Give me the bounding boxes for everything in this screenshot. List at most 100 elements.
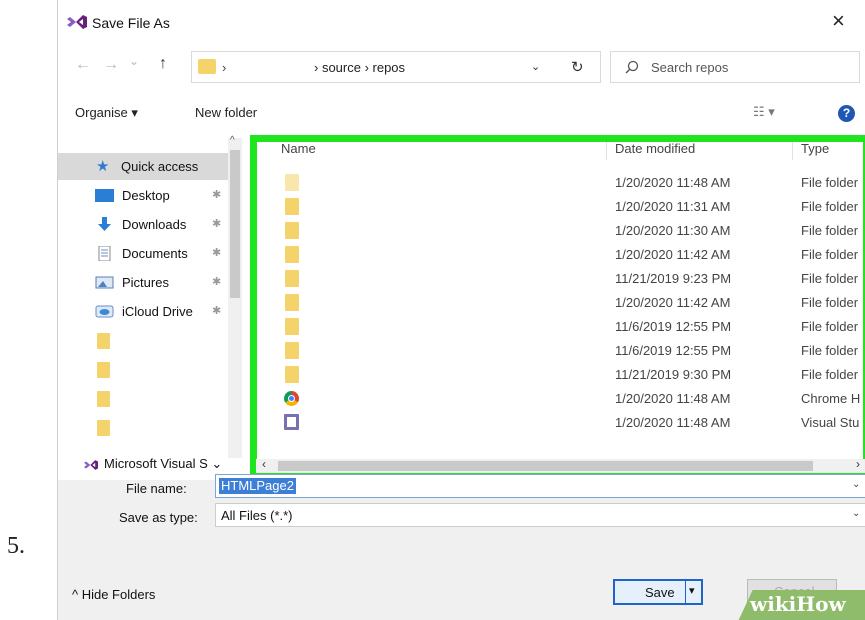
folder-icon[interactable] xyxy=(97,391,110,407)
file-date: 1/20/2020 11:42 AM xyxy=(615,295,731,310)
path-separator: › xyxy=(222,60,227,75)
file-name-field[interactable]: HTMLPage2 ⌄ xyxy=(215,474,865,498)
horizontal-scrollbar[interactable]: ‹ › xyxy=(256,457,865,473)
save-as-type-value: All Files (*.*) xyxy=(221,508,293,523)
navigation-pane: ★ Quick access Desktop ✱ Downloads ✱ Doc… xyxy=(58,138,246,478)
column-divider[interactable] xyxy=(606,138,607,160)
scrollbar-thumb[interactable] xyxy=(230,150,240,298)
file-type: File folder xyxy=(801,343,859,358)
scroll-right-icon[interactable]: › xyxy=(856,457,860,471)
forward-arrow-icon[interactable]: → xyxy=(103,56,119,74)
file-row[interactable]: 1/20/2020 11:30 AM File folder xyxy=(248,219,865,243)
file-row[interactable]: 11/6/2019 12:55 PM File folder xyxy=(248,315,865,339)
star-icon: ★ xyxy=(96,158,110,175)
sidebar-item-downloads[interactable]: Downloads ✱ xyxy=(58,211,228,238)
pin-icon[interactable]: ✱ xyxy=(212,188,221,201)
file-date: 1/20/2020 11:48 AM xyxy=(615,175,731,190)
folder-icon xyxy=(285,270,299,287)
chevron-down-icon[interactable]: ⌄ xyxy=(211,456,222,471)
folder-icon[interactable] xyxy=(97,362,110,378)
search-input[interactable]: Search repos xyxy=(610,51,860,83)
file-row[interactable]: 1/20/2020 11:42 AM File folder xyxy=(248,243,865,267)
sidebar-item-icloud-drive[interactable]: iCloud Drive ✱ xyxy=(58,298,228,325)
chevron-down-icon[interactable]: ⌄ xyxy=(852,479,860,490)
folder-icon[interactable] xyxy=(97,333,110,349)
download-icon xyxy=(98,217,111,231)
scroll-left-icon[interactable]: ‹ xyxy=(262,457,266,471)
visual-studio-icon xyxy=(284,414,299,430)
search-placeholder: Search repos xyxy=(651,60,729,75)
column-header-name[interactable]: Name xyxy=(281,141,316,156)
chevron-down-icon[interactable]: ⌄ xyxy=(531,60,540,73)
file-row[interactable]: 1/20/2020 11:48 AM File folder xyxy=(248,171,865,195)
search-icon xyxy=(625,60,639,74)
file-row[interactable]: 11/6/2019 12:55 PM File folder xyxy=(248,339,865,363)
sidebar-item-label: Pictures xyxy=(122,275,169,290)
file-type: File folder xyxy=(801,247,859,262)
file-date: 1/20/2020 11:30 AM xyxy=(615,223,731,238)
file-row[interactable]: 11/21/2019 9:30 PM File folder xyxy=(248,363,865,387)
scrollbar-thumb[interactable] xyxy=(278,461,813,471)
file-date: 11/6/2019 12:55 PM xyxy=(615,319,732,334)
new-folder-button[interactable]: New folder xyxy=(195,105,257,120)
file-date: 11/21/2019 9:30 PM xyxy=(615,367,732,382)
pin-icon[interactable]: ✱ xyxy=(212,304,221,317)
file-date: 1/20/2020 11:48 AM xyxy=(615,391,731,406)
sidebar-item-microsoft-visual-studio[interactable]: Microsoft Visual S ⌄ xyxy=(84,456,222,472)
address-bar[interactable]: › › source › repos ⌄ ↻ xyxy=(191,51,601,83)
file-row[interactable]: 1/20/2020 11:42 AM File folder xyxy=(248,291,865,315)
folder-icon xyxy=(285,294,299,311)
sidebar-item-pictures[interactable]: Pictures ✱ xyxy=(58,269,228,296)
title-bar: Save File As × xyxy=(58,0,865,44)
pin-icon[interactable]: ✱ xyxy=(212,217,221,230)
file-type: File folder xyxy=(801,295,859,310)
file-list: Name Date modified Type 1/20/2020 11:48 … xyxy=(248,138,865,478)
back-arrow-icon[interactable]: ← xyxy=(75,56,91,74)
file-row[interactable]: 1/20/2020 11:31 AM File folder xyxy=(248,195,865,219)
close-icon[interactable]: × xyxy=(832,8,845,34)
toolbar: Organise ▾ New folder ☷ ▾ ? xyxy=(58,98,865,132)
file-row[interactable]: 1/20/2020 11:48 AM Visual Stu xyxy=(248,411,865,435)
folder-icon[interactable] xyxy=(97,420,110,436)
save-button[interactable]: Save ▾ xyxy=(613,579,703,605)
folder-icon xyxy=(285,342,299,359)
sidebar-item-documents[interactable]: Documents ✱ xyxy=(58,240,228,267)
folder-icon xyxy=(285,246,299,263)
sidebar-scrollbar[interactable]: ^ xyxy=(228,135,242,458)
up-arrow-icon[interactable]: ↑ xyxy=(159,55,167,73)
wikihow-watermark: wikiHow xyxy=(750,592,846,616)
help-icon[interactable]: ? xyxy=(838,105,855,122)
column-header-date-modified[interactable]: Date modified xyxy=(615,141,695,156)
documents-icon xyxy=(98,246,111,261)
view-options-icon[interactable]: ☷ ▾ xyxy=(753,104,775,120)
sidebar-item-label: Desktop xyxy=(122,188,170,203)
desktop-icon xyxy=(95,189,114,202)
folder-icon xyxy=(285,198,299,215)
column-header-type[interactable]: Type xyxy=(801,141,829,156)
sidebar-item-quick-access[interactable]: ★ Quick access xyxy=(58,153,228,180)
folder-icon xyxy=(285,174,299,191)
file-row[interactable]: 11/21/2019 9:23 PM File folder xyxy=(248,267,865,291)
column-divider[interactable] xyxy=(792,138,793,160)
organise-button[interactable]: Organise ▾ xyxy=(75,105,138,121)
save-as-type-select[interactable]: All Files (*.*) ⌄ xyxy=(215,503,865,527)
breadcrumb[interactable]: › source › repos xyxy=(314,60,405,75)
scroll-up-icon[interactable]: ^ xyxy=(230,135,235,146)
file-type: Chrome H xyxy=(801,391,861,406)
chevron-down-icon[interactable]: ⌄ xyxy=(852,508,860,519)
sidebar-item-label: iCloud Drive xyxy=(122,304,193,319)
file-name-value[interactable]: HTMLPage2 xyxy=(219,478,296,494)
sidebar-item-desktop[interactable]: Desktop ✱ xyxy=(58,182,228,209)
pin-icon[interactable]: ✱ xyxy=(212,246,221,259)
save-options-chevron-icon[interactable]: ▾ xyxy=(689,584,695,597)
file-row[interactable]: 1/20/2020 11:48 AM Chrome H xyxy=(248,387,865,411)
recent-locations-icon[interactable]: ⌄ xyxy=(129,54,139,68)
refresh-icon[interactable]: ↻ xyxy=(571,58,584,76)
pin-icon[interactable]: ✱ xyxy=(212,275,221,288)
hide-folders-button[interactable]: ^ Hide Folders xyxy=(72,587,155,602)
folder-icon xyxy=(285,366,299,383)
file-name-label: File name: xyxy=(126,481,187,496)
visual-studio-logo-icon xyxy=(84,459,98,470)
save-as-type-label: Save as type: xyxy=(119,510,198,525)
file-type: File folder xyxy=(801,367,859,382)
